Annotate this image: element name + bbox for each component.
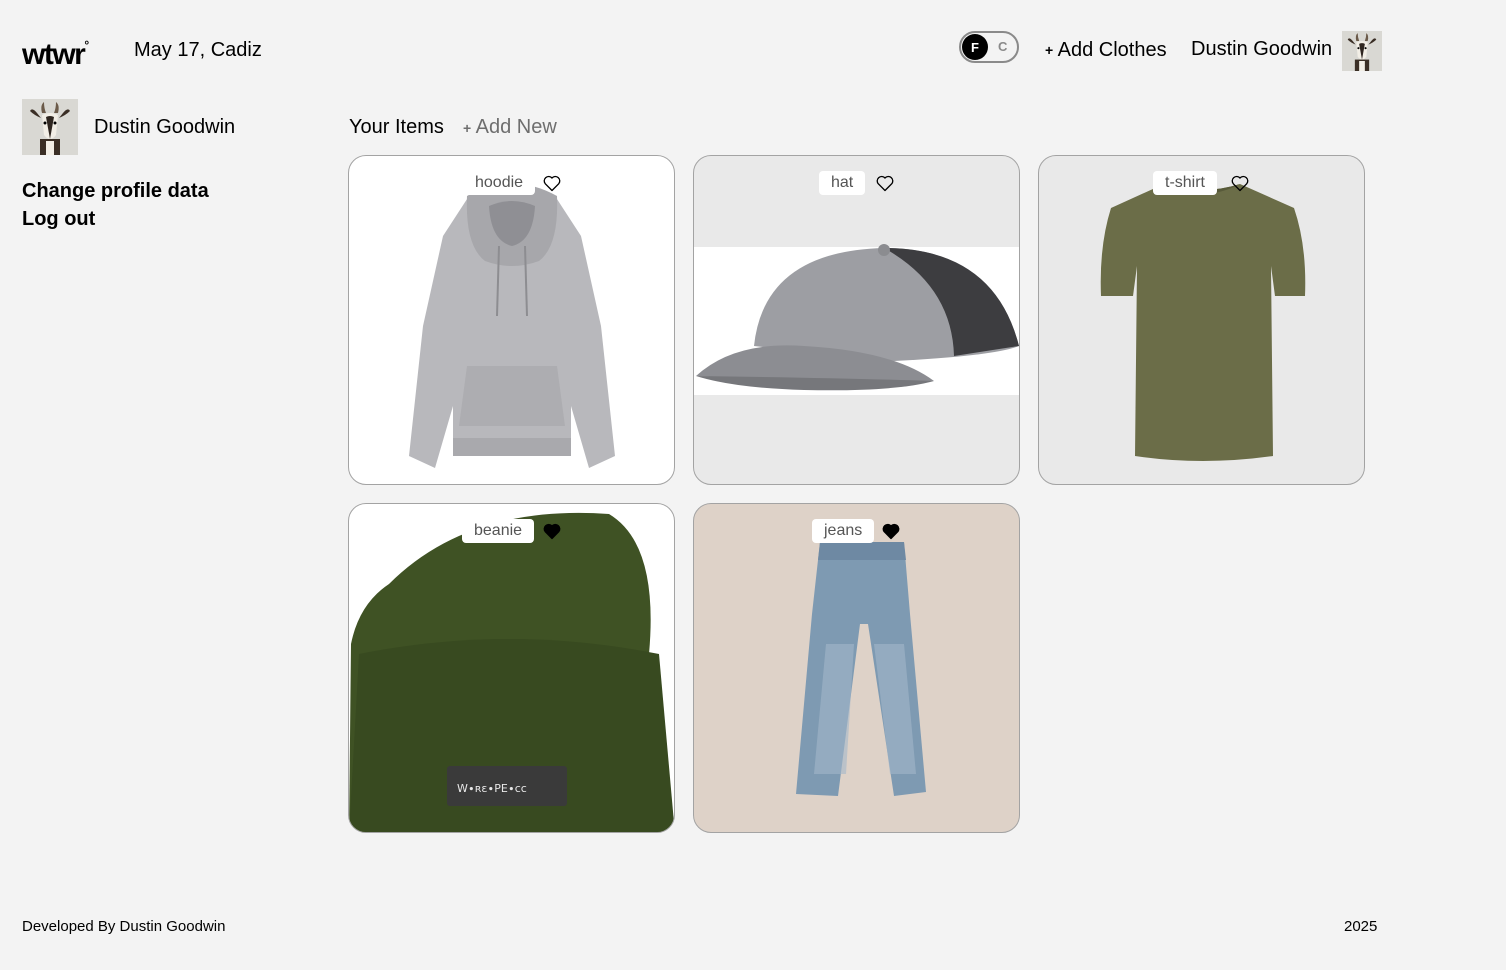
item-card-tshirt[interactable]: t-shirt [1038, 155, 1365, 485]
toggle-active-unit: F [962, 34, 988, 60]
item-card-beanie[interactable]: W∙ʀɛ∙PE∙cc beanie [348, 503, 675, 833]
temperature-unit-toggle[interactable]: F C [959, 31, 1019, 63]
add-new-button[interactable]: + Add New [463, 116, 557, 139]
item-card-hoodie[interactable]: hoodie [348, 155, 675, 485]
item-name-label: beanie [462, 519, 535, 543]
your-items-title: Your Items [349, 116, 444, 138]
goat-avatar-icon [1342, 31, 1382, 71]
footer-year: 2025 [1344, 918, 1378, 935]
avatar[interactable] [1342, 31, 1382, 71]
profile-avatar [22, 99, 78, 155]
item-name-label: jeans [812, 519, 875, 543]
sidebar-username: Dustin Goodwin [94, 116, 236, 138]
date-location: May 17, Cadiz [134, 39, 262, 61]
like-heart-icon[interactable] [542, 173, 562, 193]
item-name-label: hat [819, 171, 866, 195]
sidebar-links: Change profile data Log out [22, 177, 209, 233]
plus-icon: + [1045, 42, 1054, 58]
like-heart-filled-icon[interactable] [881, 521, 901, 541]
add-clothes-label: Add Clothes [1057, 39, 1167, 61]
svg-text:W∙ʀɛ∙PE∙cc: W∙ʀɛ∙PE∙cc [457, 782, 527, 795]
footer-developer: Developed By Dustin Goodwin [22, 918, 226, 935]
toggle-inactive-unit: C [998, 39, 1008, 54]
change-profile-data-link[interactable]: Change profile data [22, 177, 209, 205]
hat-image [694, 244, 1019, 395]
tshirt-image [1100, 184, 1306, 461]
plus-icon: + [463, 120, 472, 136]
add-new-label: Add New [475, 116, 557, 138]
like-heart-icon[interactable] [1230, 173, 1250, 193]
item-card-hat[interactable]: hat [693, 155, 1020, 485]
item-name-label: t-shirt [1153, 171, 1217, 195]
item-card-jeans[interactable]: jeans [693, 503, 1020, 833]
app-header: wtwr° May 17, Cadiz F C + Add Clothes Du… [0, 0, 1506, 100]
like-heart-filled-icon[interactable] [542, 521, 562, 541]
goat-avatar-icon [22, 99, 78, 155]
item-name-label: hoodie [463, 171, 536, 195]
app-logo[interactable]: wtwr° [22, 34, 89, 70]
like-heart-icon[interactable] [875, 173, 895, 193]
add-clothes-button[interactable]: + Add Clothes [1045, 39, 1167, 62]
beanie-image: W∙ʀɛ∙PE∙cc [349, 512, 674, 832]
hoodie-image [409, 183, 615, 468]
jeans-image [796, 542, 926, 796]
header-username[interactable]: Dustin Goodwin [1191, 38, 1332, 60]
log-out-link[interactable]: Log out [22, 205, 209, 233]
